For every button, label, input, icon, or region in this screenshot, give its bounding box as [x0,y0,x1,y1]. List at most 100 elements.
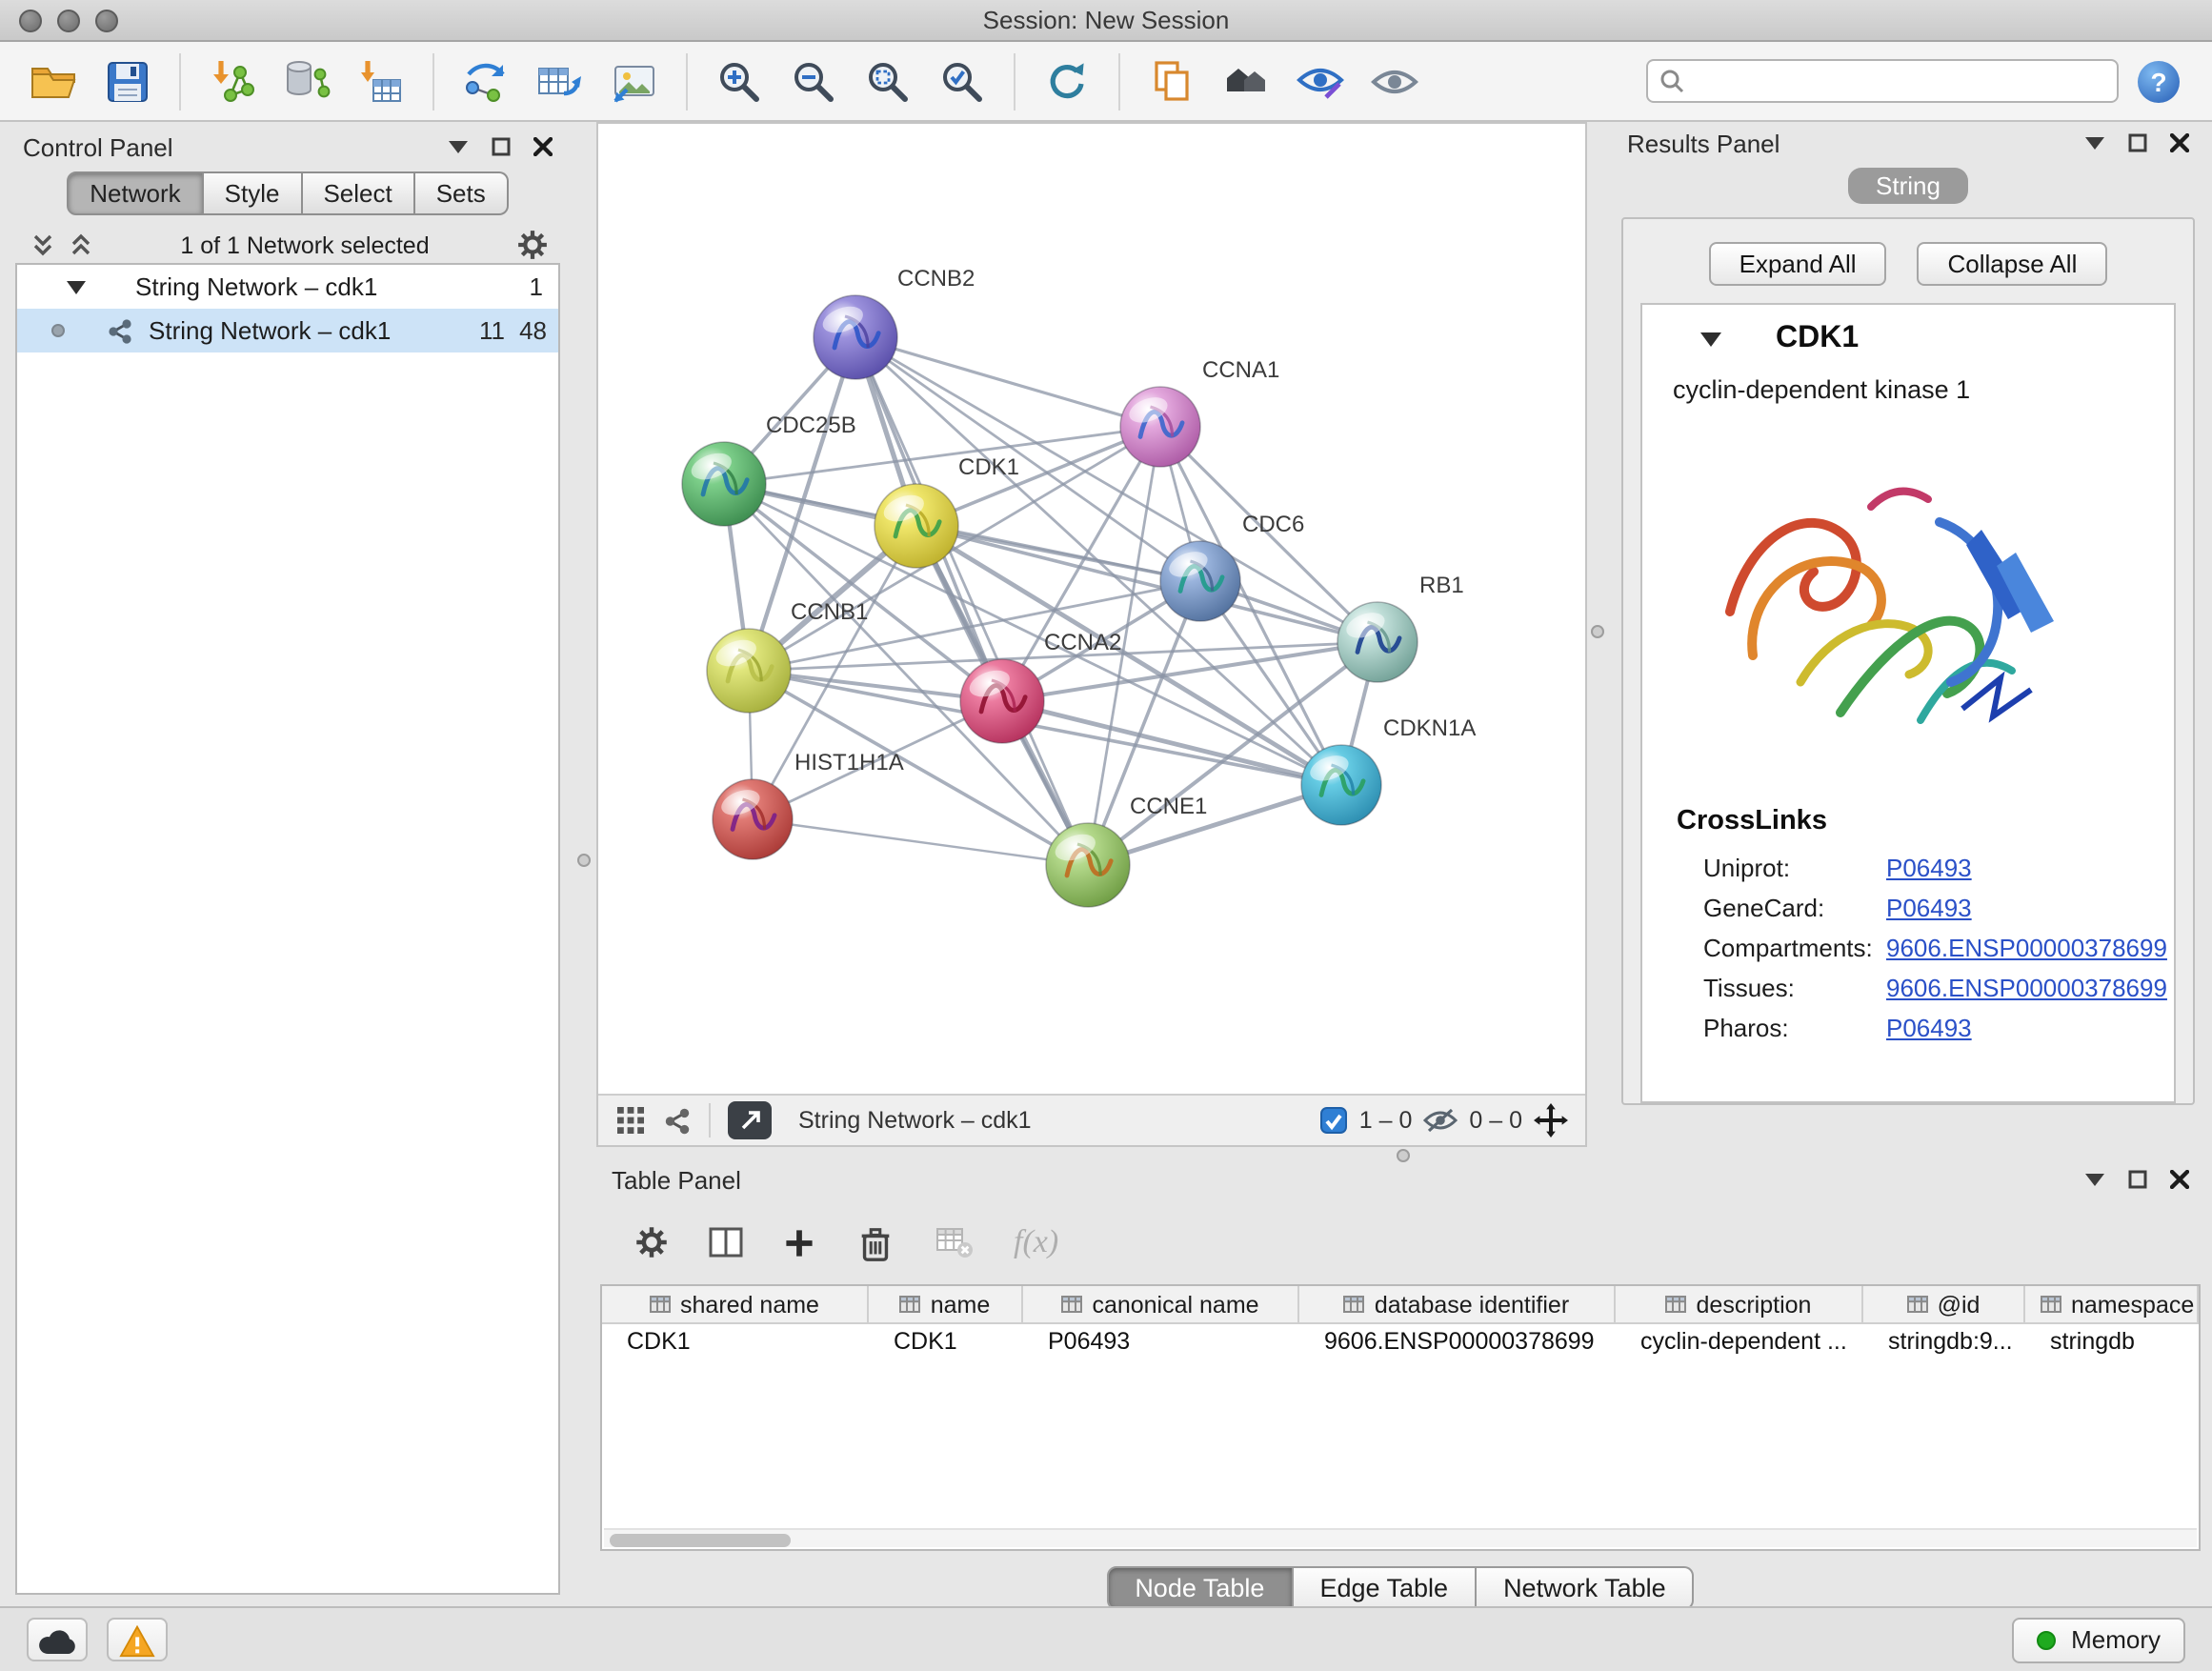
column-header-canonical-name[interactable]: canonical name [1023,1286,1299,1322]
toolbar-show-graphics-button[interactable] [1360,47,1429,115]
column-header-namespace[interactable]: namespace [2025,1286,2199,1322]
column-header-description[interactable]: description [1616,1286,1863,1322]
crosslink-value-link[interactable]: P06493 [1886,1014,1972,1042]
toolbar-hide-graphics-button[interactable] [1286,47,1355,115]
table-row[interactable]: CDK1CDK1P064939606.ENSP00000378699cyclin… [602,1324,2199,1360]
toolbar-open-button[interactable] [19,47,88,115]
tab-network-table[interactable]: Network Table [1477,1566,1695,1610]
expand-tree-icon[interactable] [69,232,93,257]
table-cell[interactable]: CDK1 [602,1324,869,1360]
network-collection-row[interactable]: String Network – cdk1 1 [17,265,558,309]
crosslink-value-link[interactable]: P06493 [1886,854,1972,882]
function-builder-button[interactable]: f(x) [1014,1223,1058,1261]
close-panel-icon[interactable] [533,137,553,156]
column-header-database-identifier[interactable]: database identifier [1299,1286,1616,1322]
string-results-tab[interactable]: String [1847,168,1969,204]
crosslink-value-link[interactable]: P06493 [1886,894,1972,922]
window-close-button[interactable] [19,10,42,32]
column-header-shared-name[interactable]: shared name [602,1286,869,1322]
network-node-CCNA2[interactable] [960,659,1044,743]
scrollbar-thumb[interactable] [610,1533,791,1546]
expand-all-button[interactable]: Expand All [1709,242,1887,286]
close-panel-icon[interactable] [2170,133,2189,152]
float-panel-icon[interactable] [492,137,511,156]
network-options-gear-icon[interactable] [516,229,549,261]
toolbar-export-table-button[interactable] [526,47,594,115]
network-node-RB1[interactable] [1337,602,1418,682]
memory-button[interactable]: Memory [2012,1617,2185,1662]
warnings-button[interactable] [107,1618,168,1661]
collapse-all-button[interactable]: Collapse All [1918,242,2108,286]
table-cell[interactable]: stringdb [2025,1324,2199,1360]
network-edge-CDC6-CDC25B[interactable] [724,484,1200,581]
column-header-name[interactable]: name [869,1286,1023,1322]
network-node-CDC6[interactable] [1160,541,1240,621]
tab-sets[interactable]: Sets [415,171,509,215]
float-panel-icon[interactable] [2128,133,2147,152]
network-node-CDC25B[interactable] [682,442,766,526]
toolbar-zoom-fit-button[interactable] [854,47,922,115]
toolbar-import-network-file-button[interactable] [198,47,267,115]
network-node-HIST1H1A[interactable] [713,779,793,859]
tab-node-table[interactable]: Node Table [1106,1566,1293,1610]
network-edge-CCNE1-HIST1H1A[interactable] [753,819,1088,865]
network-node-CCNE1[interactable] [1046,823,1130,907]
table-options-gear-icon[interactable] [634,1225,669,1259]
network-node-CDK1[interactable] [875,484,958,568]
toolbar-zoom-in-button[interactable] [705,47,774,115]
crosslink-value-link[interactable]: 9606.ENSP00000378699 [1886,934,2167,962]
tab-network[interactable]: Network [67,171,203,215]
network-edge-CCNB2-CCNA1[interactable] [855,337,1160,427]
toolbar-documents-button[interactable] [1137,47,1206,115]
toolbar-import-network-database-button[interactable] [272,47,341,115]
table-cell[interactable]: 9606.ENSP00000378699 [1299,1324,1616,1360]
table-cell[interactable]: cyclin-dependent ... [1616,1324,1863,1360]
splitter-handle[interactable] [577,854,591,867]
network-node-CCNB2[interactable] [814,295,897,379]
toolbar-save-button[interactable] [93,47,162,115]
fit-content-crosshair-icon[interactable] [1534,1103,1568,1137]
network-share-icon[interactable] [663,1106,692,1135]
crosslink-value-link[interactable]: 9606.ENSP00000378699 [1886,974,2167,1002]
tab-select[interactable]: Select [302,171,414,215]
toolbar-help-button[interactable]: ? [2124,47,2193,115]
hidden-eye-slash-icon[interactable] [1423,1107,1458,1134]
protein-expander-icon[interactable] [1699,330,1722,349]
float-panel-icon[interactable] [2128,1170,2147,1189]
show-columns-icon[interactable] [709,1227,743,1258]
network-node-CDKN1A[interactable] [1301,745,1381,825]
collection-expander-icon[interactable] [67,278,86,295]
column-header--id[interactable]: @id [1863,1286,2025,1322]
network-node-CCNA1[interactable] [1120,387,1200,467]
toolbar-zoom-selected-button[interactable] [928,47,996,115]
toolbar-network-arrows-button[interactable] [452,47,520,115]
open-in-window-button[interactable] [728,1101,772,1139]
splitter-handle[interactable] [1397,1149,1410,1162]
toolbar-home-button[interactable] [1212,47,1280,115]
toolbar-export-image-button[interactable] [600,47,669,115]
cloud-status-button[interactable] [27,1618,88,1661]
table-cell[interactable]: CDK1 [869,1324,1023,1360]
tab-style[interactable]: Style [204,171,303,215]
splitter-handle[interactable] [1591,625,1604,638]
toolbar-import-table-button[interactable] [347,47,415,115]
table-cell[interactable]: P06493 [1023,1324,1299,1360]
search-input[interactable] [1694,68,2105,94]
horizontal-scrollbar[interactable] [604,1528,2197,1547]
toolbar-zoom-out-button[interactable] [779,47,848,115]
table-cell[interactable]: stringdb:9... [1863,1324,2025,1360]
panel-menu-icon[interactable] [2084,135,2105,151]
birdseye-grid-icon[interactable] [615,1105,646,1136]
network-row[interactable]: String Network – cdk1 11 48 [17,309,558,352]
window-minimize-button[interactable] [57,10,80,32]
tab-edge-table[interactable]: Edge Table [1293,1566,1477,1610]
toolbar-search[interactable] [1646,59,2119,103]
panel-menu-icon[interactable] [448,139,469,154]
collapse-tree-icon[interactable] [30,232,55,257]
add-column-icon[interactable] [783,1226,815,1258]
toolbar-refresh-button[interactable] [1033,47,1101,115]
panel-menu-icon[interactable] [2084,1172,2105,1187]
network-node-CCNB1[interactable] [707,629,791,713]
delete-table-icon[interactable] [935,1225,974,1259]
network-canvas[interactable]: CCNB2CCNA1CDC25BCDK1CDC6RB1CCNB1CCNA2CDK… [598,124,1585,1094]
